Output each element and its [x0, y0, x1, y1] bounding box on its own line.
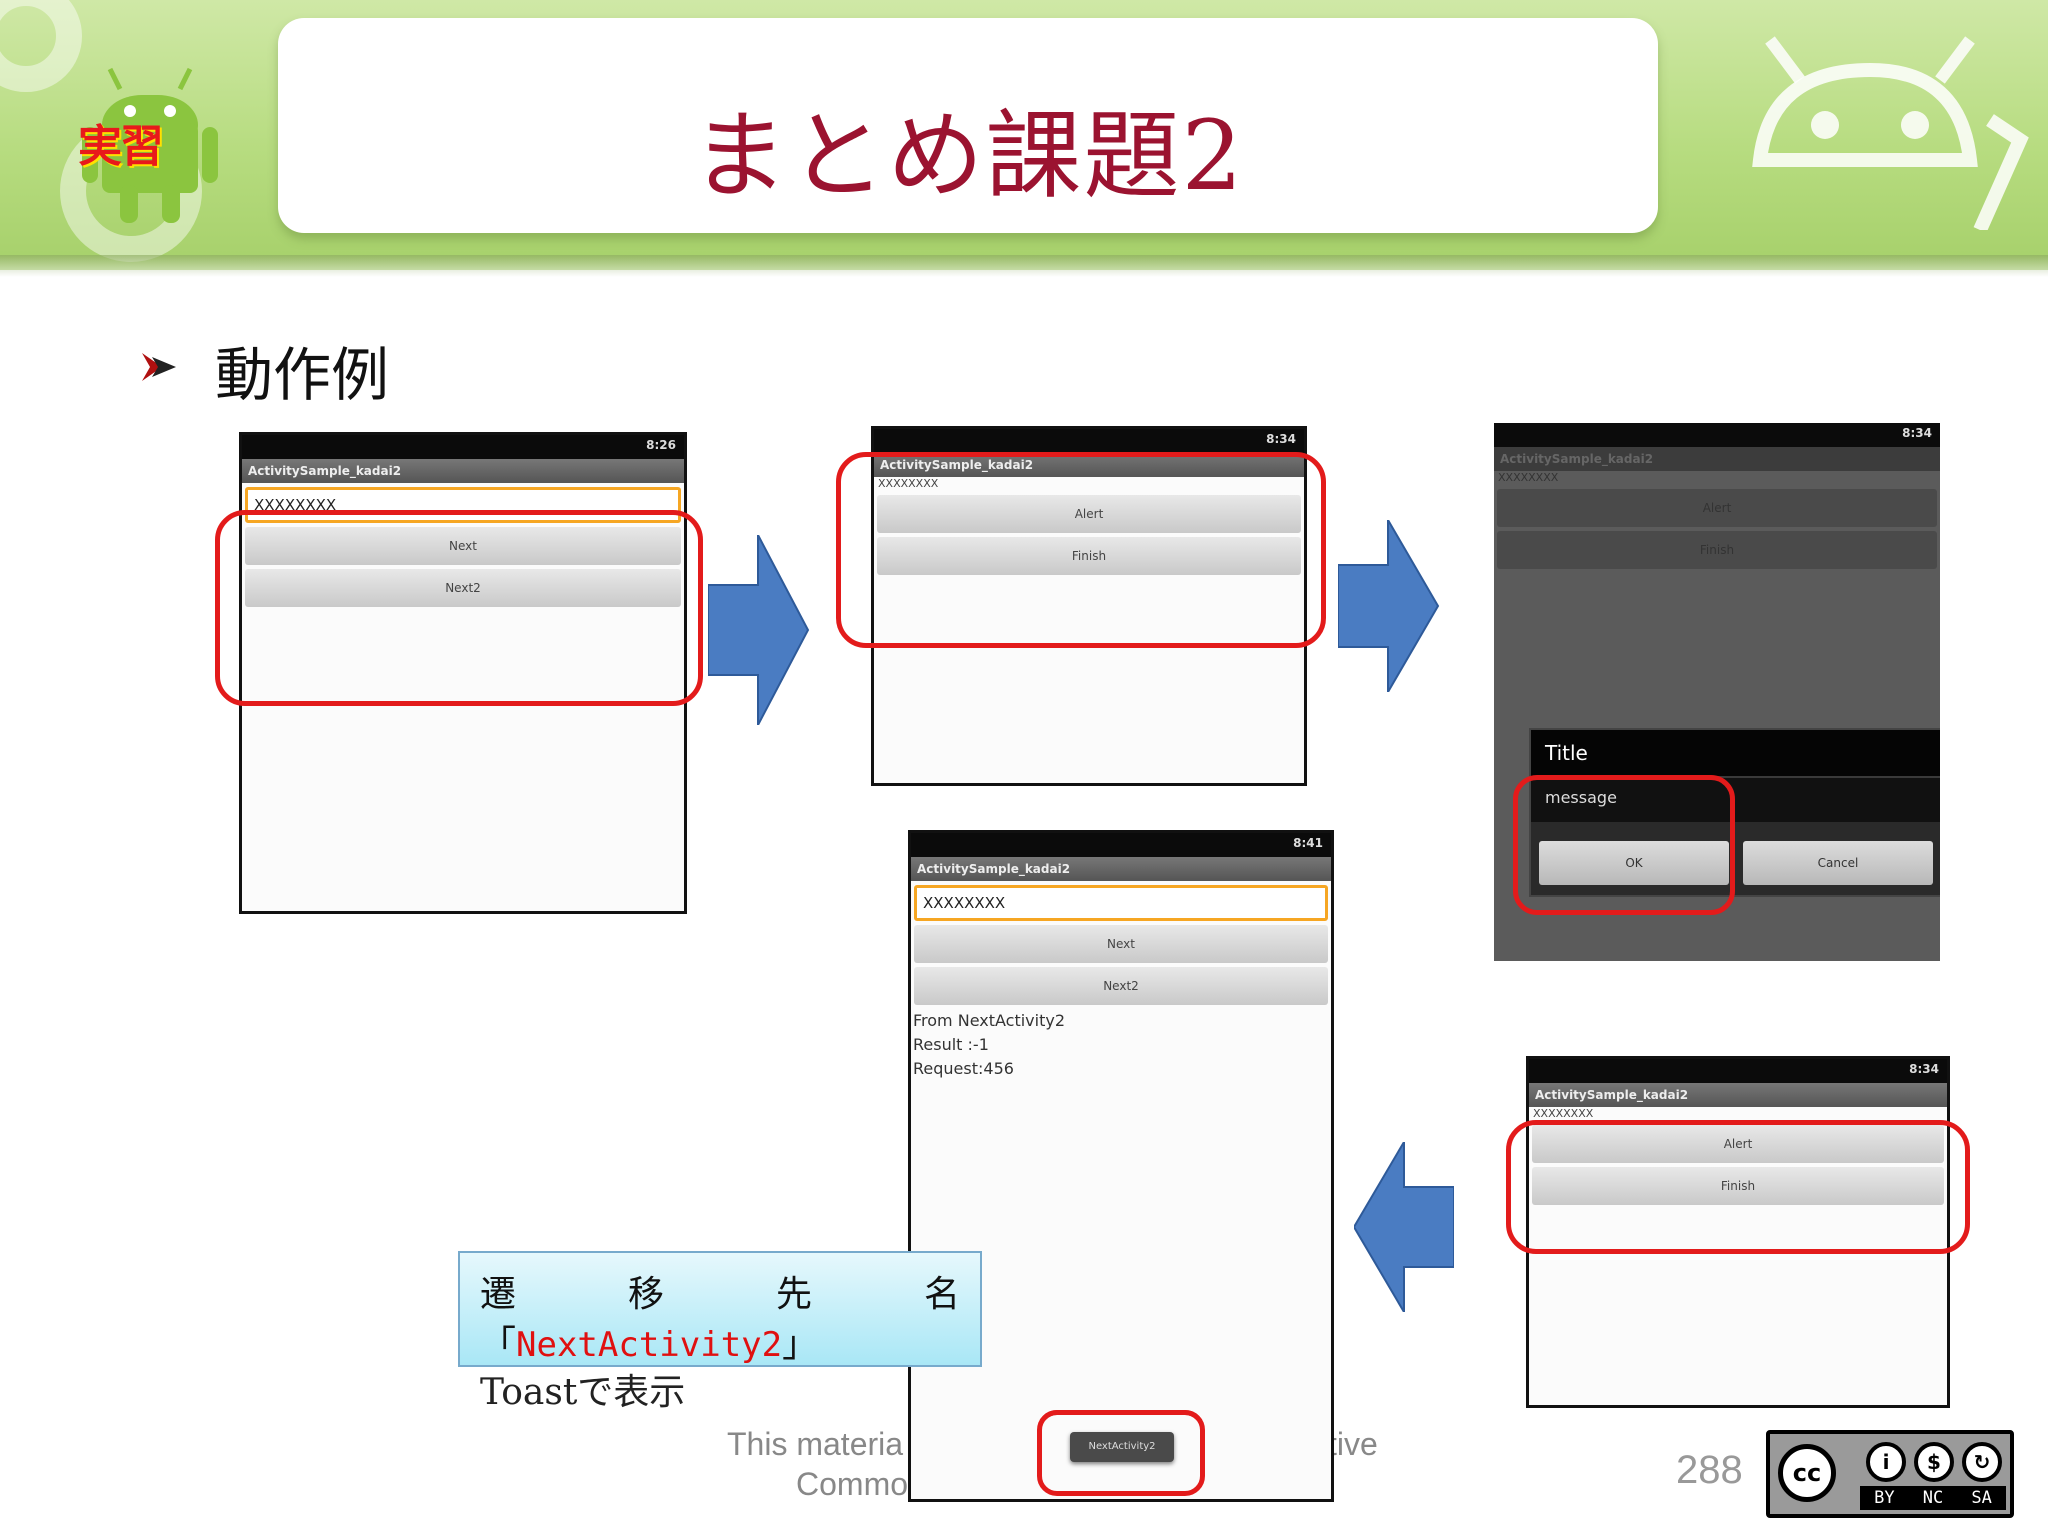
note-char: 名: [923, 1274, 960, 1315]
alert-button: Alert: [1497, 489, 1937, 527]
highlight-frame: [1037, 1410, 1205, 1496]
note-char: 移: [627, 1274, 664, 1315]
result-line: Request:456: [913, 1059, 1014, 1078]
cancel-button[interactable]: Cancel: [1743, 841, 1933, 885]
status-clock: 8:34: [1266, 432, 1296, 446]
android-outline-icon: [1752, 36, 2029, 230]
highlight-frame: [1506, 1120, 1970, 1254]
license-labels: BY NC SA: [1860, 1486, 2006, 1510]
cc-icon: cc: [1778, 1444, 1836, 1502]
creative-commons-badge: cc i $ ↻ BY NC SA: [1766, 1430, 2014, 1518]
status-bar: 8:34: [874, 429, 1304, 453]
result-line: From NextActivity2: [913, 1011, 1066, 1030]
finish-button: Finish: [1497, 531, 1937, 569]
note-char: 先: [775, 1274, 812, 1315]
gear-decoration: [0, 0, 82, 92]
bracket: 」: [782, 1324, 819, 1365]
app-title-bar: ActivitySample_kadai2: [1494, 447, 1940, 471]
page-number: 288: [1676, 1448, 1743, 1492]
text-input[interactable]: XXXXXXXX: [914, 885, 1328, 921]
status-clock: 8:26: [646, 438, 676, 452]
bullet-heading: 動作例: [215, 341, 390, 409]
status-clock: 8:41: [1293, 836, 1323, 850]
app-title-bar: ActivitySample_kadai2: [911, 857, 1331, 881]
banner-shadow: [0, 255, 2048, 277]
footer-license-text: tive: [1328, 1426, 1378, 1462]
highlight-frame: [836, 452, 1326, 648]
title-box: まとめ課題2: [278, 18, 1658, 233]
status-clock: 8:34: [1902, 426, 1932, 440]
sa-share-icon: ↻: [1962, 1442, 2002, 1482]
app-title-bar: ActivitySample_kadai2: [1529, 1083, 1947, 1107]
note-line: 遷 移 先 名: [480, 1265, 960, 1317]
footer-license-text: This materia: [727, 1426, 904, 1462]
activity-name: NextActivity2: [516, 1325, 783, 1365]
nc-dollar-icon: $: [1914, 1442, 1954, 1482]
bracket: 「: [480, 1324, 517, 1365]
app-title-bar: ActivitySample_kadai2: [242, 459, 684, 483]
header-banner: 実習 まとめ課題2: [0, 0, 2048, 270]
footer-license-text: Commo: [796, 1466, 909, 1502]
next-button[interactable]: Next: [914, 925, 1328, 963]
page-title: まとめ課題2: [691, 100, 1245, 212]
license-sa: SA: [1971, 1488, 1992, 1508]
status-bar: 8:34: [1494, 423, 1940, 447]
intent-value-label: XXXXXXXX: [1498, 471, 1559, 484]
note-char: 遷: [480, 1274, 517, 1315]
status-bar: 8:26: [242, 435, 684, 459]
note-line: 「NextActivity2」: [480, 1315, 818, 1367]
status-bar: 8:41: [911, 833, 1331, 857]
right-arrow-icon: [1338, 520, 1440, 692]
result-line: Result :-1: [913, 1035, 989, 1054]
practice-badge: 実習: [78, 121, 164, 172]
highlight-frame: [1513, 775, 1735, 915]
right-arrow-icon: [708, 535, 810, 725]
status-bar: 8:34: [1529, 1059, 1947, 1083]
status-clock: 8:34: [1909, 1062, 1939, 1076]
screenshot-main-activity-result: 8:41 ActivitySample_kadai2 XXXXXXXX Next…: [908, 830, 1334, 1502]
transition-note: 遷 移 先 名 「NextActivity2」: [458, 1251, 982, 1367]
left-arrow-icon: [1354, 1142, 1454, 1312]
highlight-frame: [215, 510, 703, 706]
dialog-title: Title: [1531, 730, 1940, 778]
license-by: BY: [1874, 1488, 1895, 1508]
intent-value-label: XXXXXXXX: [1533, 1107, 1594, 1120]
next2-button[interactable]: Next2: [914, 967, 1328, 1005]
bullet-arrow-icon: [142, 353, 176, 381]
note-toast-caption: Toastで表示: [480, 1372, 686, 1413]
license-nc: NC: [1922, 1488, 1944, 1508]
by-person-icon: i: [1866, 1442, 1906, 1482]
